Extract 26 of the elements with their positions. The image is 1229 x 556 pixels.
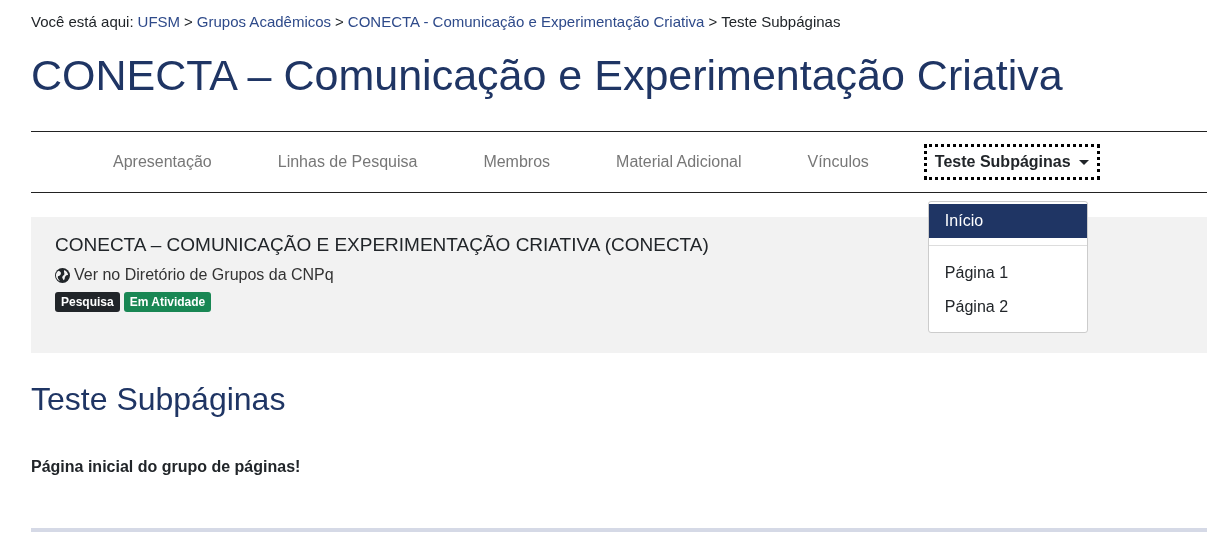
breadcrumb-label: Você está aqui:	[31, 12, 134, 30]
breadcrumb-separator: >	[335, 12, 344, 30]
nav-tab[interactable]: Vínculos	[797, 145, 879, 180]
globe-icon	[55, 267, 70, 283]
status-tag: Em Atividade	[123, 292, 212, 313]
group-name: CONECTA – COMUNICAÇÃO E EXPERIMENTAÇÃO CRIATIVA (CONECTA)	[55, 234, 710, 257]
nav-tab[interactable]: Material Adicional	[606, 145, 752, 180]
breadcrumb-separator: >	[184, 12, 193, 30]
nav-tab[interactable]: Membros	[473, 145, 561, 180]
breadcrumb-separator: >	[708, 12, 718, 30]
status-tag: Pesquisa	[55, 292, 120, 313]
menu-item[interactable]: Página 2	[928, 290, 1087, 325]
nav-tab[interactable]: Teste Subpáginas	[924, 145, 1099, 180]
directory-link[interactable]: Ver no Diretório de Grupos da CNPq	[74, 266, 334, 285]
breadcrumb-link[interactable]: CONECTA - Comunicação e Experimentação Criativa	[347, 12, 705, 30]
breadcrumb-link[interactable]: UFSM	[137, 12, 181, 30]
breadcrumb-current: Teste Subpáginas	[721, 12, 841, 30]
nav-tab[interactable]: Linhas de Pesquisa	[267, 145, 428, 180]
nav-tab[interactable]: Apresentação	[103, 145, 222, 180]
menu-item[interactable]: Início	[928, 204, 1087, 239]
breadcrumb-link[interactable]: Grupos Acadêmicos	[196, 12, 332, 30]
menu-item[interactable]: Página 1	[928, 256, 1087, 291]
body-text: Página inicial do grupo de páginas!	[31, 458, 302, 477]
section-title: Teste Subpáginas	[31, 381, 287, 419]
page-title: CONECTA – Comunicação e Experimentação Criativa	[31, 52, 1064, 100]
caret-icon	[1078, 159, 1089, 165]
